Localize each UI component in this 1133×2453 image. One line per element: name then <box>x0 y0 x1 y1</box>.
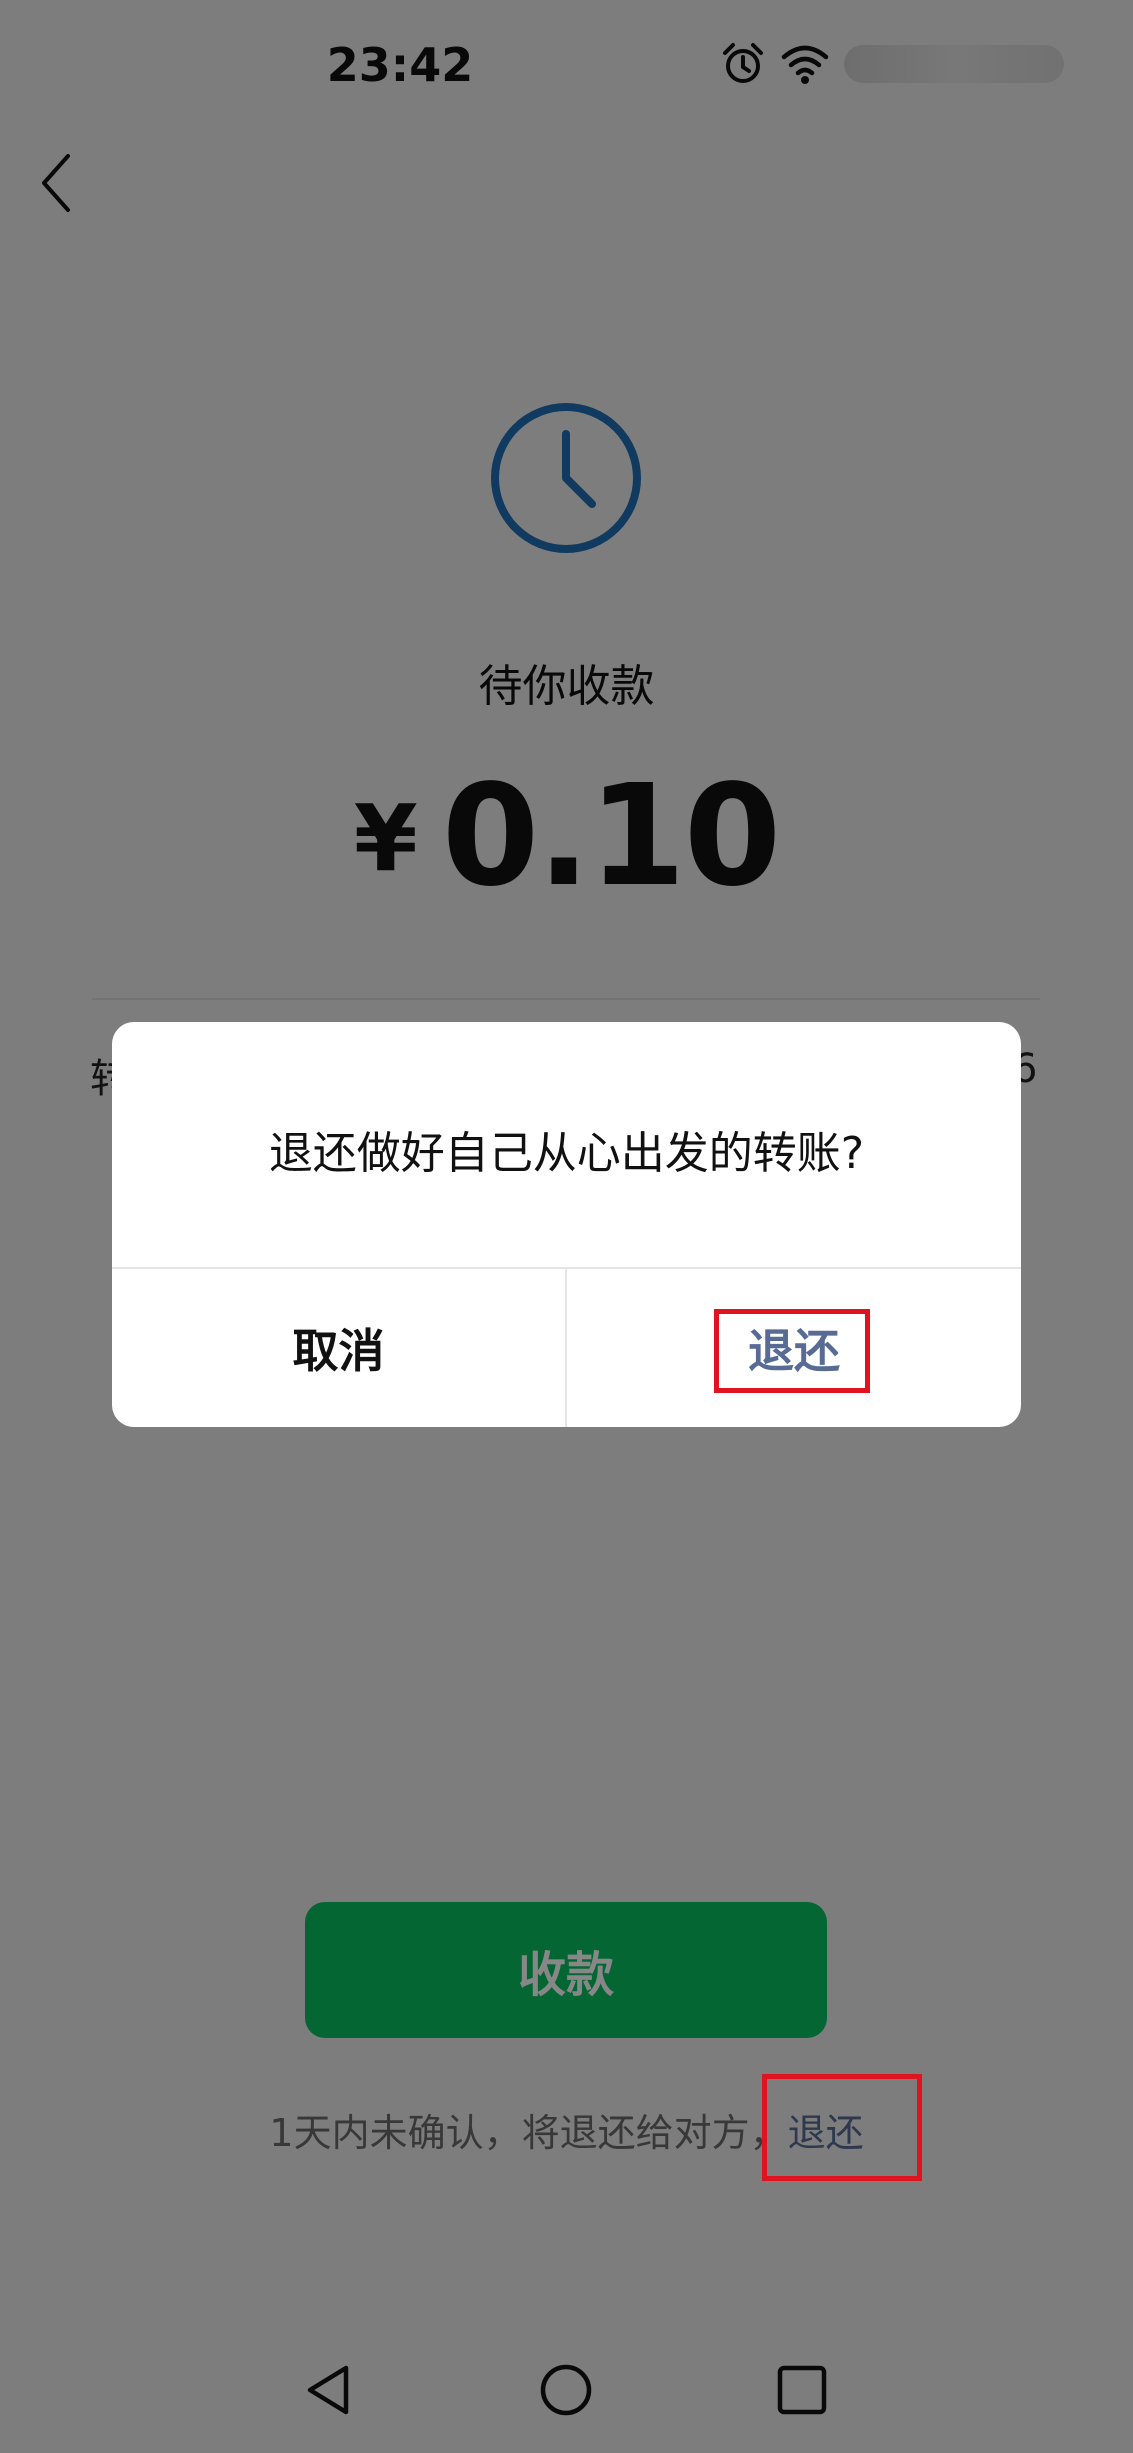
dialog-title: 退还做好自己从心出发的转账? <box>268 1128 865 1179</box>
return-confirm-dialog: 退还做好自己从心出发的转账? 取消 退还 <box>112 1022 1021 1427</box>
highlight-box-return-link <box>762 2074 922 2181</box>
highlight-box-dialog-return <box>714 1309 870 1393</box>
cancel-button[interactable]: 取消 <box>112 1269 565 1427</box>
